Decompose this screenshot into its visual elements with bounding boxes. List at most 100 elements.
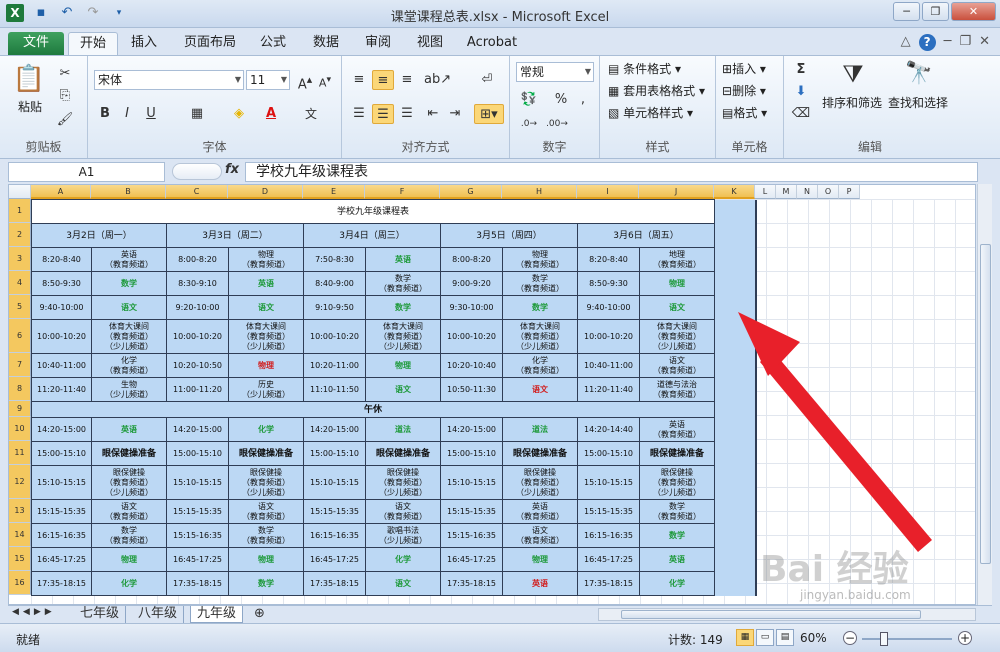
time-cell[interactable]: 14:20-14:40 bbox=[577, 417, 640, 442]
cut-icon[interactable]: ✂ bbox=[54, 64, 76, 84]
time-cell[interactable]: 8:20-8:40 bbox=[577, 247, 640, 272]
column-header-N[interactable]: N bbox=[797, 185, 818, 199]
subject-cell[interactable]: 英语 （教育频道） bbox=[502, 499, 578, 524]
time-cell[interactable]: 15:00-15:10 bbox=[31, 441, 92, 466]
time-cell[interactable]: 8:00-8:20 bbox=[440, 247, 503, 272]
subject-cell[interactable]: 数学 bbox=[228, 571, 304, 596]
column-header-P[interactable]: P bbox=[839, 185, 860, 199]
subject-cell[interactable]: 语文 bbox=[365, 377, 441, 402]
subject-cell[interactable]: 眼保健操 （教育频道） （少儿频道） bbox=[228, 465, 304, 500]
sort-filter-icon[interactable]: ⧩ bbox=[836, 58, 870, 90]
time-cell[interactable]: 9:30-10:00 bbox=[440, 295, 503, 320]
subject-cell[interactable]: 体育大课间 （教育频道） （少儿频道） bbox=[638, 319, 716, 354]
subject-cell[interactable]: 物理 bbox=[228, 547, 304, 572]
sheet-title-cell[interactable]: 学校九年级课程表 bbox=[30, 199, 716, 224]
row-header-6[interactable]: 6 bbox=[9, 319, 31, 353]
subject-cell[interactable]: 化学 （教育频道） bbox=[91, 353, 167, 378]
date-header-cell[interactable]: 3月4日（周三） bbox=[303, 223, 441, 248]
cell-k[interactable] bbox=[714, 499, 757, 524]
decrease-indent-icon[interactable]: ⇤ bbox=[422, 104, 444, 124]
bold-button[interactable]: B bbox=[94, 104, 116, 124]
time-cell[interactable]: 15:15-16:35 bbox=[166, 523, 229, 548]
tab-formulas[interactable]: 公式 bbox=[253, 32, 293, 55]
column-header-A[interactable]: A bbox=[31, 185, 91, 199]
subject-cell[interactable]: 数学 （教育频道） bbox=[91, 523, 167, 548]
cell-k[interactable] bbox=[714, 401, 757, 418]
copy-icon[interactable]: ⎘ bbox=[54, 86, 76, 106]
row-header-2[interactable]: 2 bbox=[9, 223, 31, 247]
italic-button[interactable]: I bbox=[116, 104, 138, 124]
row-header-13[interactable]: 13 bbox=[9, 499, 31, 523]
subject-cell[interactable]: 数学 bbox=[638, 523, 716, 548]
row-header-14[interactable]: 14 bbox=[9, 523, 31, 547]
time-cell[interactable]: 8:50-9:30 bbox=[31, 271, 92, 296]
subject-cell[interactable]: 体育大课间 （教育频道） （少儿频道） bbox=[91, 319, 167, 354]
sheet-tab-grade8[interactable]: 八年级 bbox=[132, 606, 185, 623]
subject-cell[interactable]: 数学 bbox=[91, 271, 167, 296]
time-cell[interactable]: 8:00-8:20 bbox=[166, 247, 229, 272]
date-header-cell[interactable]: 3月5日（周四） bbox=[440, 223, 578, 248]
subject-cell[interactable]: 物理 （教育频道） bbox=[228, 247, 304, 272]
subject-cell[interactable]: 数学 （教育频道） bbox=[502, 271, 578, 296]
horizontal-scroll-thumb[interactable] bbox=[621, 610, 921, 619]
align-middle-icon[interactable]: ≡ bbox=[372, 70, 394, 90]
subject-cell[interactable]: 语文 bbox=[228, 295, 304, 320]
time-cell[interactable]: 15:10-15:15 bbox=[577, 465, 640, 500]
time-cell[interactable]: 10:20-10:40 bbox=[440, 353, 503, 378]
row-header-5[interactable]: 5 bbox=[9, 295, 31, 319]
time-cell[interactable]: 15:15-15:35 bbox=[303, 499, 366, 524]
subject-cell[interactable]: 历史 （少儿频道） bbox=[228, 377, 304, 402]
time-cell[interactable]: 7:50-8:30 bbox=[303, 247, 366, 272]
time-cell[interactable]: 10:50-11:30 bbox=[440, 377, 503, 402]
time-cell[interactable]: 8:30-9:10 bbox=[166, 271, 229, 296]
increase-indent-icon[interactable]: ⇥ bbox=[444, 104, 466, 124]
time-cell[interactable]: 16:45-17:25 bbox=[31, 547, 92, 572]
subject-cell[interactable]: 物理 bbox=[228, 353, 304, 378]
column-header-G[interactable]: G bbox=[440, 185, 502, 199]
lunch-break-cell[interactable]: 午休 bbox=[30, 401, 716, 418]
sheet-nav-arrows[interactable]: ◀◀▶▶ bbox=[12, 607, 56, 617]
decrease-decimal-icon[interactable]: .00→ bbox=[546, 114, 568, 134]
align-left-icon[interactable]: ☰ bbox=[348, 104, 370, 124]
cell-k[interactable] bbox=[714, 465, 757, 500]
row-header-15[interactable]: 15 bbox=[9, 547, 31, 571]
zoom-slider[interactable] bbox=[862, 638, 952, 640]
row-header-12[interactable]: 12 bbox=[9, 465, 31, 499]
cell-k[interactable] bbox=[714, 353, 757, 378]
subject-cell[interactable]: 英语 bbox=[365, 247, 441, 272]
column-header-D[interactable]: D bbox=[228, 185, 303, 199]
maximize-button[interactable]: ❐ bbox=[922, 2, 949, 21]
column-header-J[interactable]: J bbox=[639, 185, 714, 199]
time-cell[interactable]: 14:20-15:00 bbox=[166, 417, 229, 442]
grow-font-icon[interactable]: A▴ bbox=[294, 70, 316, 92]
time-cell[interactable]: 9:20-10:00 bbox=[166, 295, 229, 320]
column-header-H[interactable]: H bbox=[502, 185, 577, 199]
cell-k[interactable] bbox=[714, 523, 757, 548]
row-header-10[interactable]: 10 bbox=[9, 417, 31, 441]
align-top-icon[interactable]: ≡ bbox=[348, 70, 370, 90]
time-cell[interactable]: 15:10-15:15 bbox=[303, 465, 366, 500]
cell-k[interactable] bbox=[714, 319, 757, 354]
cell-k[interactable] bbox=[714, 199, 757, 224]
subject-cell[interactable]: 英语 bbox=[502, 571, 578, 596]
align-bottom-icon[interactable]: ≡ bbox=[396, 70, 418, 90]
subject-cell[interactable]: 道法 bbox=[502, 417, 578, 442]
subject-cell[interactable]: 物理 bbox=[502, 547, 578, 572]
paste-icon[interactable]: 📋 bbox=[12, 62, 46, 96]
time-cell[interactable]: 17:35-18:15 bbox=[31, 571, 92, 596]
time-cell[interactable]: 15:00-15:10 bbox=[166, 441, 229, 466]
subject-cell[interactable]: 体育大课间 （教育频道） （少儿频道） bbox=[502, 319, 578, 354]
time-cell[interactable]: 16:45-17:25 bbox=[303, 547, 366, 572]
fill-icon[interactable]: ⬇ bbox=[790, 82, 812, 102]
subject-cell[interactable]: 眼保健操 （教育频道） （少儿频道） bbox=[502, 465, 578, 500]
name-box[interactable]: A1 bbox=[8, 162, 165, 182]
subject-cell[interactable]: 数学 bbox=[502, 295, 578, 320]
format-painter-icon[interactable]: 🖌 bbox=[54, 110, 76, 130]
cell-k[interactable] bbox=[714, 223, 757, 248]
cell-k[interactable] bbox=[714, 571, 757, 596]
cell-k[interactable] bbox=[714, 271, 757, 296]
subject-cell[interactable]: 化学 bbox=[638, 571, 716, 596]
subject-cell[interactable]: 体育大课间 （教育频道） （少儿频道） bbox=[365, 319, 441, 354]
column-header-C[interactable]: C bbox=[166, 185, 228, 199]
merge-center-icon[interactable]: ⊞▾ bbox=[474, 104, 504, 124]
